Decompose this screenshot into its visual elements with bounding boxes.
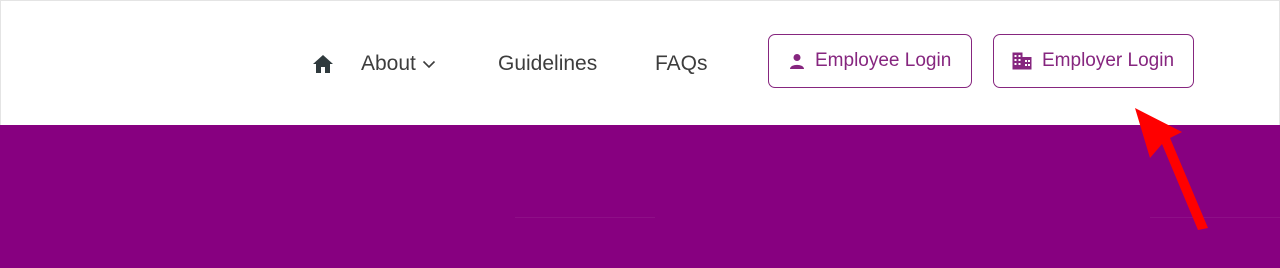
person-icon bbox=[790, 54, 804, 69]
banner-decoration bbox=[515, 217, 655, 218]
nav-faqs[interactable]: FAQs bbox=[655, 51, 708, 77]
chevron-down-icon bbox=[422, 61, 435, 69]
banner-decoration bbox=[1150, 217, 1280, 218]
employer-login-label: Employer Login bbox=[1042, 50, 1175, 71]
nav-about[interactable]: About bbox=[361, 51, 436, 77]
main-nav: About Guidelines FAQs Employee Login Emp… bbox=[1, 1, 1280, 125]
employee-login-label: Employee Login bbox=[815, 50, 952, 71]
hero-banner bbox=[0, 125, 1280, 268]
site-header: About Guidelines FAQs Employee Login Emp… bbox=[0, 0, 1280, 125]
building-icon bbox=[1012, 52, 1032, 70]
home-icon bbox=[313, 55, 333, 73]
page: About Guidelines FAQs Employee Login Emp… bbox=[0, 0, 1280, 268]
home-link[interactable] bbox=[312, 54, 334, 74]
employee-login-button[interactable]: Employee Login bbox=[768, 34, 972, 88]
employer-login-button[interactable]: Employer Login bbox=[993, 34, 1194, 88]
nav-about-label: About bbox=[361, 52, 416, 75]
nav-guidelines[interactable]: Guidelines bbox=[498, 51, 597, 77]
